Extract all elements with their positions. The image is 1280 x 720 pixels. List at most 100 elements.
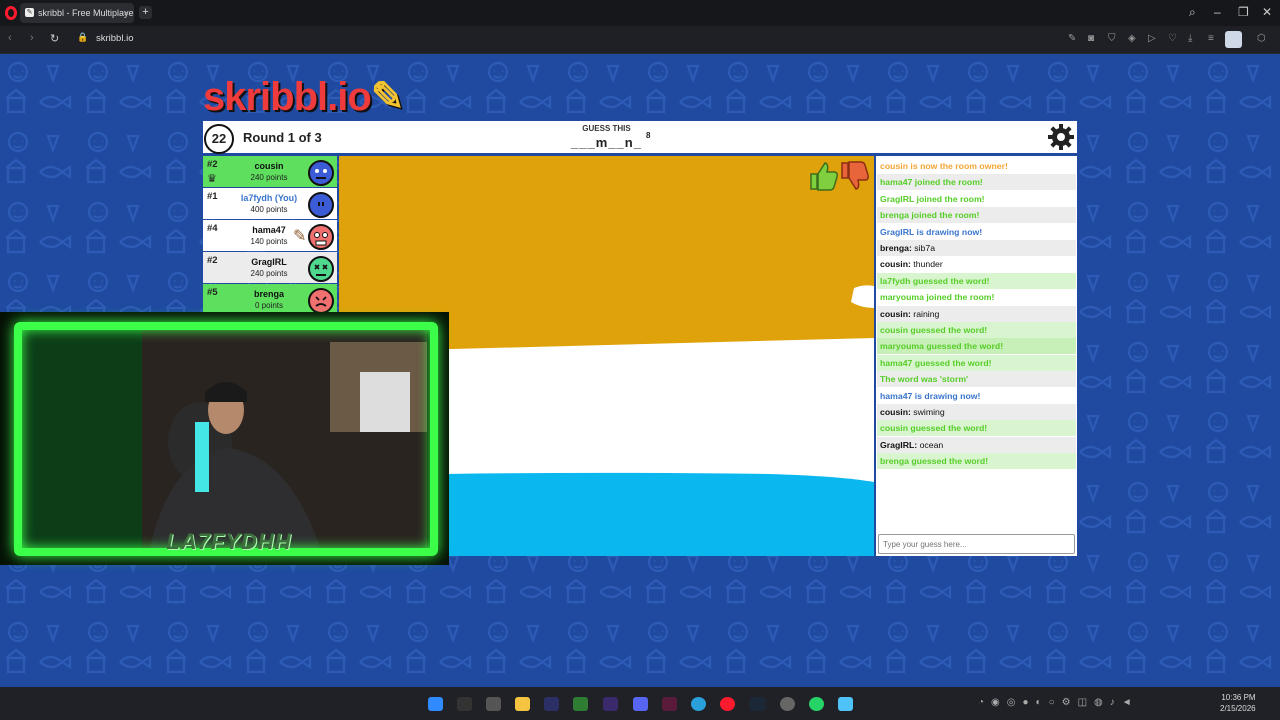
skribbl-favicon-icon: ✎ — [25, 8, 34, 17]
player-rank: #5 — [207, 287, 218, 298]
player-points: 240 points — [250, 173, 288, 182]
chat-message: The word was 'storm' — [877, 371, 1076, 388]
xbox-icon[interactable] — [573, 697, 588, 711]
chat-message: GragIRL joined the room! — [877, 190, 1076, 207]
heart-icon[interactable]: ♡ — [1168, 33, 1177, 44]
player-card[interactable]: #5 brenga 0 points — [203, 284, 337, 314]
file-explorer-icon[interactable] — [515, 697, 530, 711]
app-icon[interactable] — [662, 697, 677, 711]
player-card[interactable]: #2 GragIRL 240 points — [203, 252, 337, 283]
chat-author: GragIRL: — [880, 439, 918, 450]
new-tab-button[interactable]: + — [139, 6, 152, 19]
system-tray-icons[interactable]: ◔◉◎●◐○⚙◫◍♪◄ — [978, 697, 1212, 711]
cube-icon[interactable]: ⬡ — [1257, 33, 1266, 44]
skribbl-logo: skribbl.io✎ — [203, 75, 404, 119]
chat-message: brenga: sib7a — [877, 240, 1076, 256]
lock-icon: 🔒 — [77, 32, 89, 42]
clock-time: 10:36 PM — [1221, 693, 1256, 702]
player-rank: #4 — [207, 223, 218, 234]
chat-text: sib7a — [911, 243, 936, 253]
player-points: 400 points — [250, 205, 288, 214]
player-name: la7fydh (You) — [240, 193, 298, 203]
chat-text: thunder — [910, 259, 943, 270]
browser-tab[interactable]: ✎ skribbl - Free Multiplayer × — [20, 3, 134, 23]
telegram-icon[interactable] — [691, 697, 706, 711]
player-name: brenga — [253, 289, 284, 299]
back-icon[interactable]: ‹ — [8, 32, 12, 44]
opera-icon[interactable] — [720, 697, 735, 711]
camera-icon[interactable]: ◙ — [1088, 33, 1094, 44]
profile-icon[interactable] — [1225, 31, 1242, 48]
webcam-frame — [14, 322, 438, 556]
rating-buttons — [808, 160, 870, 197]
thumbs-up-icon[interactable] — [810, 162, 838, 191]
chat-text: raining — [910, 308, 940, 319]
obs-icon[interactable] — [780, 697, 795, 711]
opera-logo-icon[interactable] — [5, 6, 17, 20]
lightroom-icon[interactable] — [544, 697, 559, 711]
player-rank: #2 — [207, 255, 218, 266]
system-clock[interactable]: 10:36 PM 2/15/2026 — [1220, 692, 1256, 714]
avatar — [308, 160, 334, 186]
chat-message: cousin guessed the word! — [877, 420, 1076, 437]
close-window-icon[interactable]: ✕ — [1262, 5, 1272, 19]
discord-icon[interactable] — [633, 697, 648, 711]
browser-tabbar — [0, 0, 1280, 26]
chat-message: cousin is now the room owner! — [877, 158, 1076, 174]
chat-message: cousin guessed the word! — [877, 322, 1076, 338]
play-icon[interactable]: ▷ — [1148, 33, 1156, 44]
chat-message: GragIRL: ocean — [877, 436, 1076, 453]
maximize-icon[interactable]: ❐ — [1238, 5, 1249, 19]
steam-icon[interactable] — [750, 697, 765, 711]
word-hint: ___m__n_ — [571, 135, 642, 150]
player-card[interactable]: #2 ♛ cousin 240 points — [203, 156, 337, 187]
shield-icon[interactable]: ⛉ — [1108, 33, 1116, 44]
thumbs-down-icon[interactable] — [841, 161, 869, 190]
avatar — [308, 288, 334, 314]
player-points: 0 points — [254, 301, 284, 310]
chat-author: cousin: — [880, 259, 911, 270]
premiere-icon[interactable] — [603, 697, 618, 711]
guess-this-label: GUESS THIS — [582, 124, 631, 133]
guess-input[interactable] — [878, 534, 1075, 554]
player-points: 240 points — [250, 269, 288, 278]
player-card[interactable]: #4 hama47 140 points ✎ — [203, 220, 337, 251]
whatsapp-icon[interactable] — [809, 697, 824, 711]
epic-games-icon[interactable] — [457, 697, 472, 711]
pencil-drawing-icon: ✎ — [293, 228, 307, 245]
chat-message: hama47 is drawing now! — [877, 387, 1076, 404]
round-counter: Round 1 of 3 — [243, 130, 322, 145]
windows-start-icon[interactable] — [428, 697, 443, 711]
vpn-icon[interactable]: ◈ — [1128, 33, 1136, 44]
tab-title: skribbl - Free Multiplayer — [38, 8, 134, 18]
notepad-icon[interactable] — [838, 697, 853, 711]
search-icon[interactable]: ⌕ — [1189, 5, 1196, 20]
settings-gear-icon[interactable] — [1047, 123, 1075, 151]
player-rank: #1 — [207, 191, 218, 202]
clock-date: 2/15/2026 — [1220, 704, 1256, 713]
forward-icon[interactable]: › — [30, 32, 34, 44]
chat-message: GragIRL is drawing now! — [877, 223, 1076, 240]
player-card[interactable]: #1 la7fydh (You) 400 points — [203, 188, 337, 219]
menu-icon[interactable]: ≡ — [1208, 33, 1214, 44]
tab-close-icon[interactable]: × — [124, 3, 129, 23]
avatar — [308, 224, 334, 250]
edit-icon[interactable]: ✎ — [1068, 33, 1076, 44]
reload-icon[interactable]: ↻ — [50, 32, 59, 45]
player-name: GragIRL — [251, 257, 287, 267]
timer-clock: 22 — [204, 124, 234, 154]
player-rank: #2 — [207, 159, 218, 170]
minimize-icon[interactable]: – — [1214, 5, 1221, 19]
player-name: cousin — [254, 161, 284, 171]
avatar — [308, 256, 334, 282]
chat-message: maryouma joined the room! — [877, 289, 1076, 306]
download-icon[interactable]: ⤓ — [1188, 33, 1192, 44]
chat-message: hama47 joined the room! — [877, 174, 1076, 191]
chat-message: cousin: swiming — [877, 404, 1076, 420]
url-text[interactable]: skribbl.io — [96, 33, 134, 44]
chat-author: brenga: — [880, 243, 912, 253]
chat-message: cousin: raining — [877, 305, 1076, 322]
chat-message: brenga guessed the word! — [877, 453, 1076, 470]
app-icon[interactable] — [486, 697, 501, 711]
streamer-label: LA7FYDHH — [166, 529, 292, 554]
